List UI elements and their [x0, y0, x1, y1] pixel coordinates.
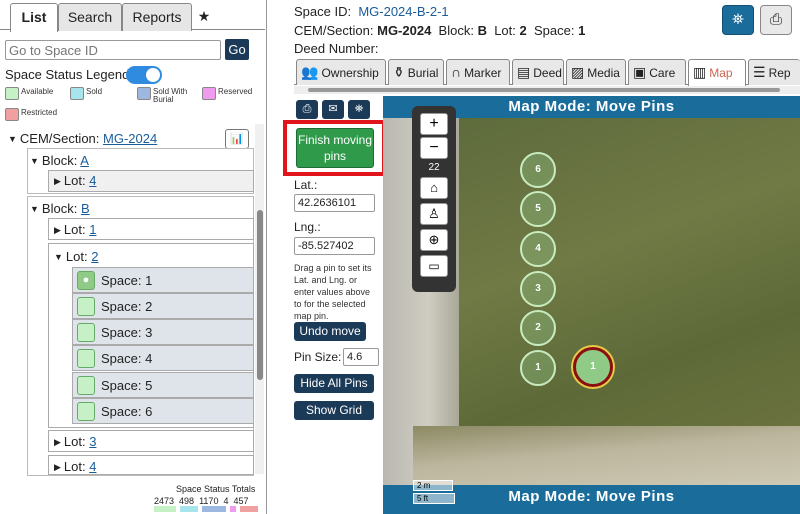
map-marker-icon[interactable]: ⛯	[348, 100, 370, 119]
map-pin-5[interactable]: 5	[520, 191, 556, 227]
totals-title: Space Status Totals	[176, 484, 256, 494]
home-icon[interactable]: ⌂	[420, 177, 448, 199]
print-map-icon[interactable]: ⎙	[296, 100, 318, 119]
ruler-icon[interactable]: ▭	[420, 255, 448, 277]
go-button[interactable]: Go	[225, 39, 249, 60]
map-pin-3[interactable]: 3	[520, 271, 556, 307]
deed-number: Deed Number:	[294, 41, 379, 56]
tree-lot-b4[interactable]: ▶ Lot: 4	[54, 459, 96, 474]
tab-marker[interactable]: ∩ Marker	[446, 59, 510, 85]
money-icon: ▣	[633, 64, 647, 80]
undo-move-button[interactable]: Undo move	[294, 322, 366, 341]
lng-label: Lng.:	[294, 220, 321, 234]
document-icon: ▤	[517, 64, 531, 80]
go-to-space-input[interactable]	[5, 40, 221, 60]
list-icon: ☰	[753, 64, 766, 80]
map-locate-icon[interactable]: ⛯	[722, 5, 754, 35]
available-swatch	[77, 376, 95, 395]
map-pin-6[interactable]: 6	[520, 152, 556, 188]
legend-toggle[interactable]	[126, 66, 162, 84]
lng-input[interactable]	[294, 237, 375, 255]
tree-space-6[interactable]: Space: 6	[72, 398, 254, 424]
zoom-search-icon[interactable]: ⊕	[420, 229, 448, 251]
left-tabs: List Search Reports ★	[0, 0, 265, 32]
map-pin-1[interactable]: 1	[520, 350, 556, 386]
available-swatch	[77, 297, 95, 316]
image-icon: ▨	[571, 64, 585, 80]
chart-icon[interactable]: 📊	[225, 129, 249, 149]
tree-space-5[interactable]: Space: 5	[72, 372, 254, 398]
record-tabs: 👥 Ownership ⚱ Burial ∩ Marker ▤ Deed ▨ Media …	[294, 59, 800, 86]
scale-feet: 5 ft	[413, 493, 455, 504]
zoom-level: 22	[428, 162, 440, 173]
space-id-line: Space ID: MG-2024-B-2-1	[294, 4, 449, 19]
pin-size-input[interactable]	[343, 348, 379, 366]
cem-section-link[interactable]: MG-2024	[103, 131, 157, 146]
available-swatch	[77, 349, 95, 368]
pin-size-label: Pin Size:	[294, 350, 342, 364]
tree-space-4[interactable]: Space: 4	[72, 345, 254, 371]
lat-label: Lat.:	[294, 178, 318, 192]
zoom-out-button[interactable]: −	[420, 137, 448, 159]
tree-lot-b3[interactable]: ▶ Lot: 3	[54, 434, 96, 449]
tab-burial[interactable]: ⚱ Burial	[388, 59, 444, 85]
tree-block-a[interactable]: ▼ Block: A	[30, 153, 89, 168]
available-swatch	[77, 323, 95, 342]
tree-block-b[interactable]: ▼ Block: B	[30, 201, 90, 216]
tree-lot-a4[interactable]: ▶ Lot: 4	[54, 173, 96, 188]
map-zoom-controls: + − 22 ⌂ ♙ ⊕ ▭	[412, 106, 456, 292]
show-grid-button[interactable]: Show Grid	[294, 401, 374, 420]
tab-care[interactable]: ▣ Care	[628, 59, 686, 85]
tab-deed[interactable]: ▤ Deed	[512, 59, 564, 85]
headstone-icon: ∩	[451, 64, 462, 80]
casket-icon: ⚱	[393, 64, 405, 80]
highlight-box	[283, 120, 386, 176]
tree-lot-b1[interactable]: ▶ Lot: 1	[54, 222, 96, 237]
tree-space-3[interactable]: Space: 3	[72, 319, 254, 345]
available-swatch	[77, 402, 95, 421]
location-line: CEM/Section: MG-2024 Block: B Lot: 2 Spa…	[294, 23, 586, 38]
lat-input[interactable]	[294, 194, 375, 212]
legend-title: Space Status Legend:	[5, 67, 133, 82]
tab-map[interactable]: ▥ Map	[688, 59, 746, 86]
map-view[interactable]: Map Mode: Move Pins Map Mode: Move Pins …	[383, 96, 800, 514]
left-panel: List Search Reports ★ Go Space Status Le…	[0, 0, 267, 514]
map-icon: ▥	[693, 64, 707, 80]
tab-reports[interactable]: Reports	[122, 3, 192, 31]
map-field	[459, 118, 800, 448]
scale-meters: 2 m	[413, 480, 453, 491]
tab-favorites-star[interactable]: ★	[192, 3, 216, 31]
people-icon: 👥	[301, 64, 319, 80]
map-pin-4[interactable]: 4	[520, 231, 556, 267]
help-text: Drag a pin to set its Lat. and Lng. or e…	[294, 263, 372, 321]
tab-media[interactable]: ▨ Media	[566, 59, 626, 85]
tab-reports[interactable]: ☰ Rep	[748, 59, 800, 85]
tree-space-2[interactable]: Space: 2	[72, 293, 254, 319]
tab-search[interactable]: Search	[58, 3, 122, 31]
print-icon[interactable]: ⎙	[760, 5, 792, 35]
tree-scrollbar[interactable]	[255, 124, 264, 474]
tree-cem-section[interactable]: ▼ CEM/Section: MG-2024	[8, 131, 157, 146]
hide-all-pins-button[interactable]: Hide All Pins	[294, 374, 374, 393]
locate-person-icon[interactable]: ♙	[420, 203, 448, 225]
status-totals: 2473 498 1170 4 457	[154, 496, 249, 506]
map-pin-2[interactable]: 2	[520, 310, 556, 346]
tree-lot-b2[interactable]: ▼ Lot: 2	[54, 249, 98, 264]
tab-ownership[interactable]: 👥 Ownership	[296, 59, 386, 85]
selected-map-pin[interactable]: 1	[573, 347, 613, 387]
email-icon[interactable]: ✉	[322, 100, 344, 119]
map-pin-icon: ●	[77, 271, 95, 290]
tab-list[interactable]: List	[10, 3, 58, 32]
tabs-scrollbar[interactable]	[294, 86, 800, 94]
tree-space-1[interactable]: ● Space: 1	[72, 267, 254, 293]
zoom-in-button[interactable]: +	[420, 113, 448, 135]
